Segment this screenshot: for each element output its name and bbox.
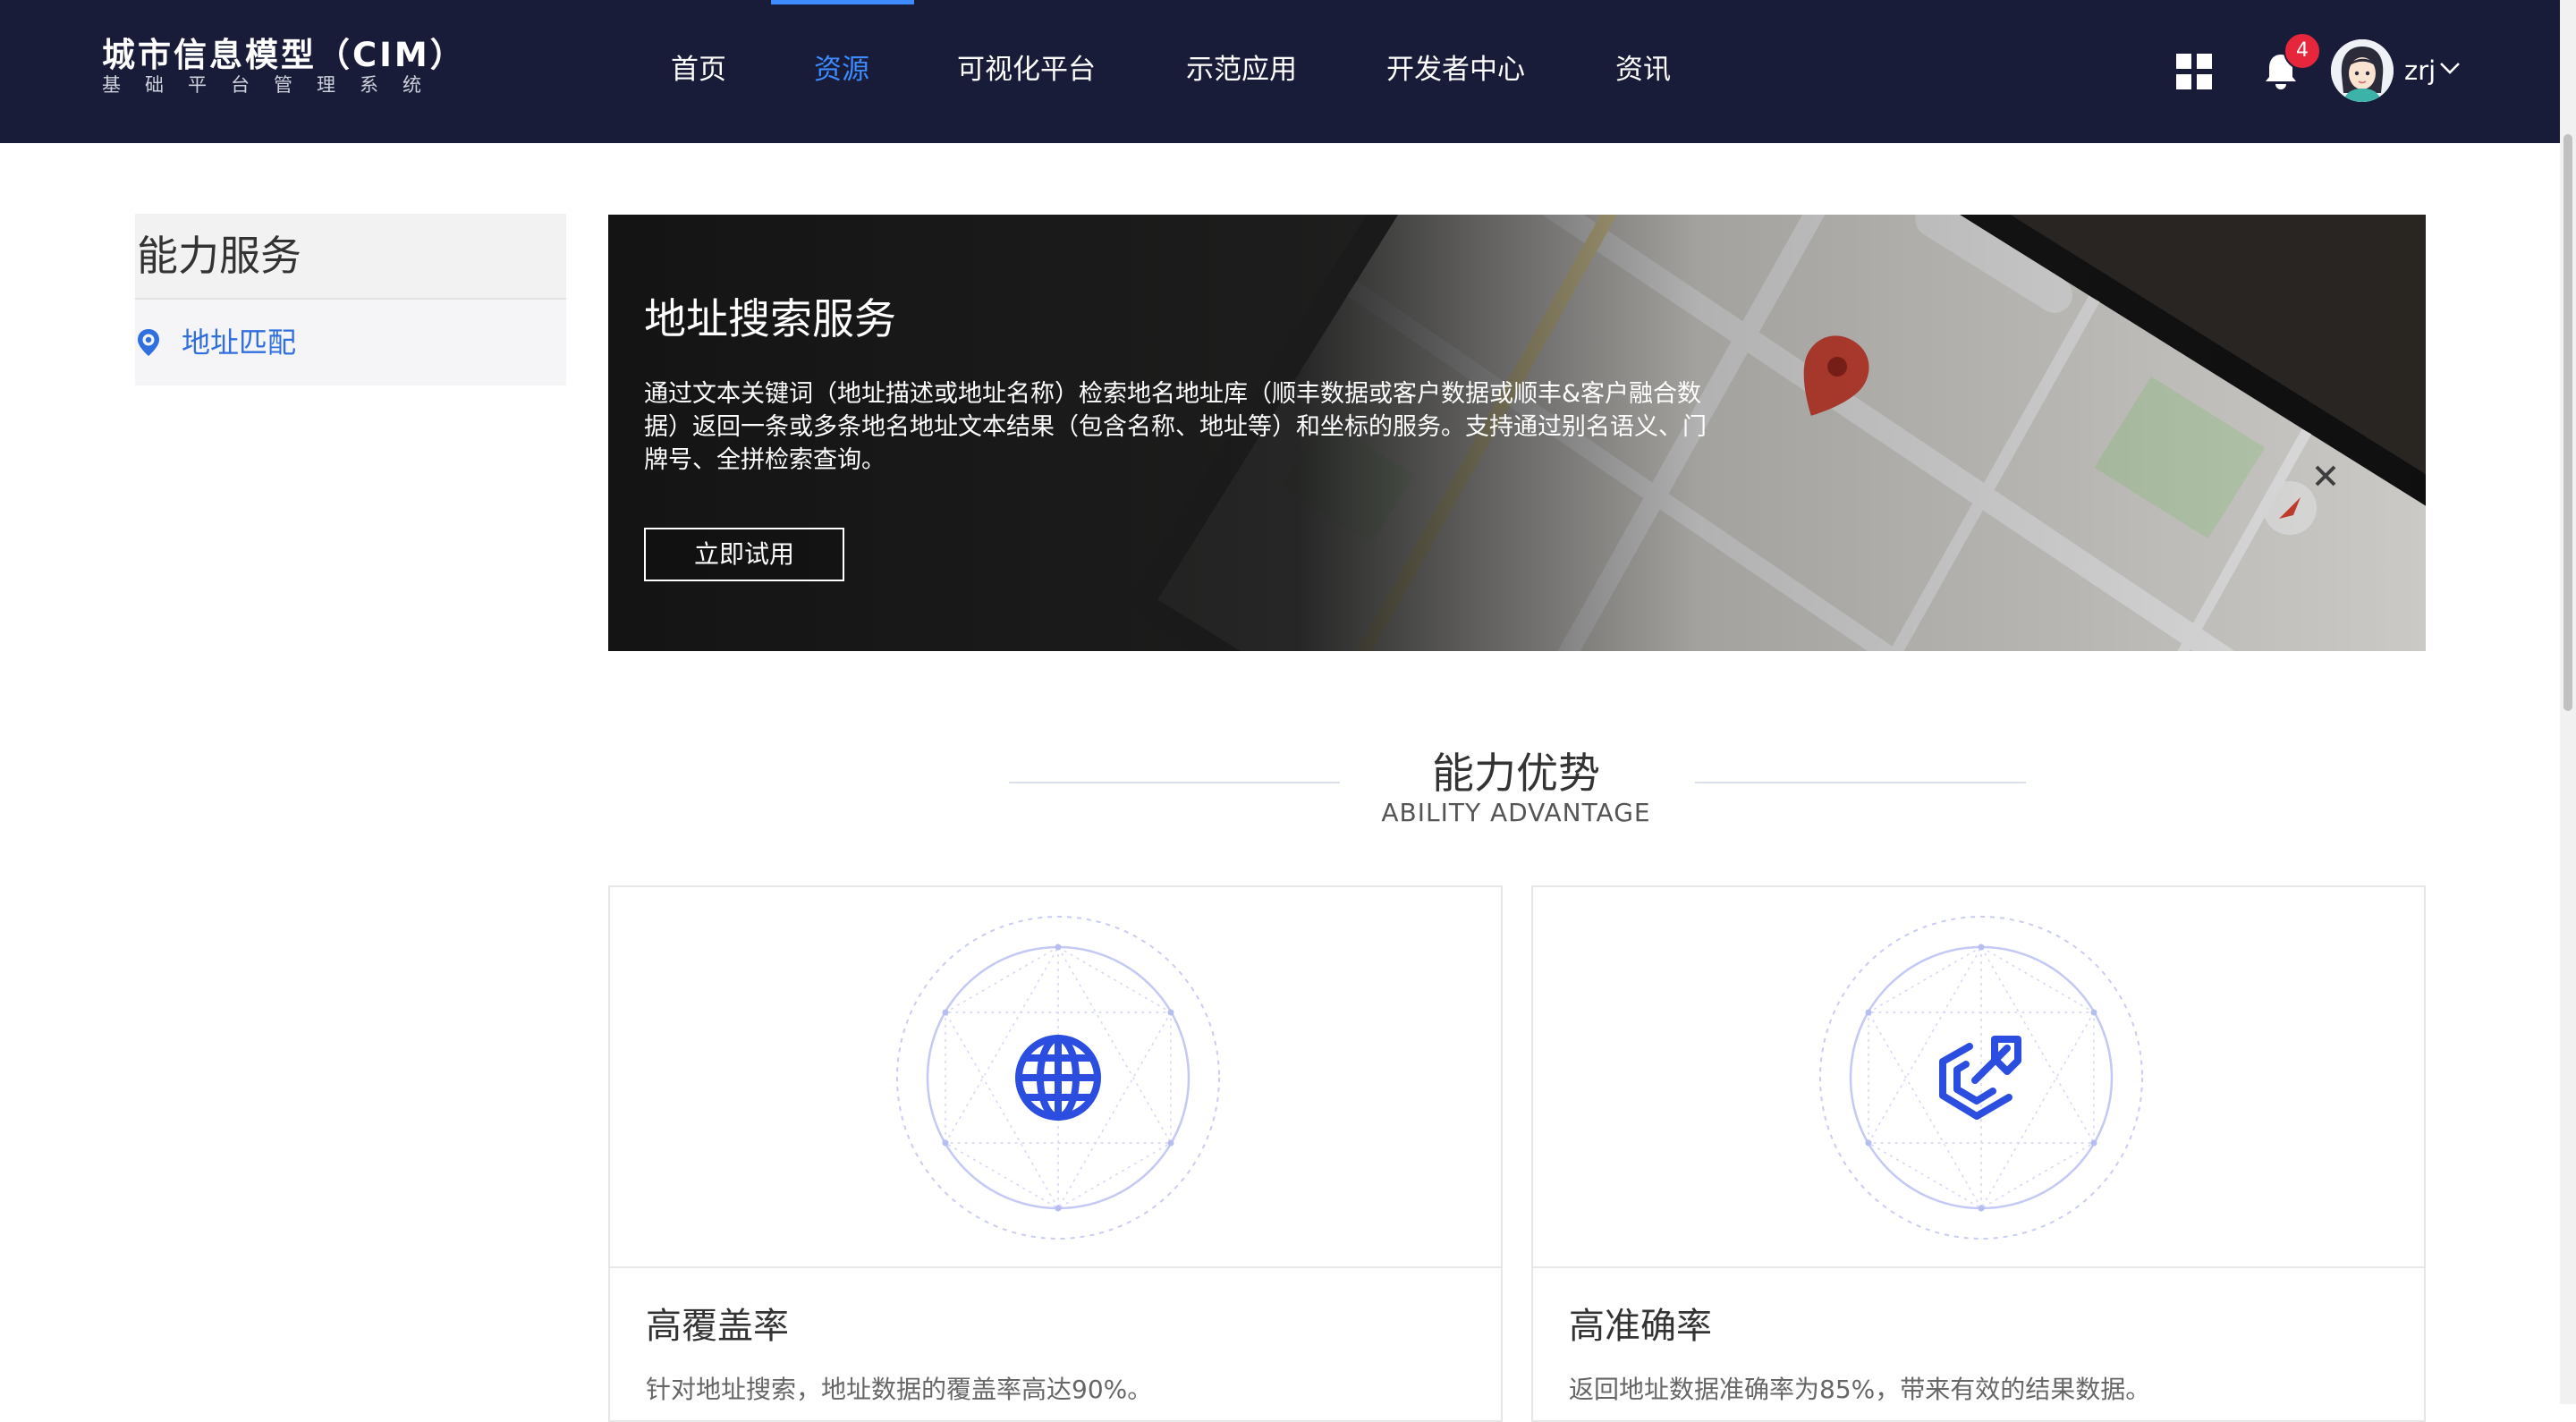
nav-news[interactable]: 资讯 [1615,52,1671,88]
section-divider-right [1695,782,2026,783]
logo[interactable]: 城市信息模型（CIM） 基础平台管理系统 [102,36,466,97]
grid-apps-icon[interactable] [2176,54,2212,89]
advantage-card-accuracy: 高准确率 返回地址数据准确率为85%，带来有效的结果数据。 [1531,885,2426,1422]
sidebar: 能力服务 地址匹配 [135,214,566,385]
username[interactable]: zrj [2404,55,2436,86]
card-title: 高覆盖率 [646,1306,789,1347]
nav-resources[interactable]: 资源 [814,52,869,88]
nav-developer-center[interactable]: 开发者中心 [1386,52,1525,88]
try-now-button[interactable]: 立即试用 [644,528,844,581]
card-figure [610,887,1501,1268]
advantage-card-coverage: 高覆盖率 针对地址搜索，地址数据的覆盖率高达90%。 [608,885,1503,1422]
card-figure [1533,887,2424,1268]
logo-title: 城市信息模型（CIM） [102,36,466,74]
precision-icon [1819,916,2143,1240]
sidebar-item-address-matching[interactable]: 地址匹配 [135,300,566,385]
section-title: 能力优势 [1432,749,1600,799]
card-description: 返回地址数据准确率为85%，带来有效的结果数据。 [1569,1375,2151,1404]
sidebar-title: 能力服务 [135,214,566,300]
service-banner: 地址搜索服务 通过文本关键词（地址描述或地址名称）检索地名地址库（顺丰数据或客户… [608,215,2426,651]
section-subtitle: ABILITY ADVANTAGE [1381,798,1651,827]
nav-visualization-platform[interactable]: 可视化平台 [957,52,1096,88]
banner-description: 通过文本关键词（地址描述或地址名称）检索地名地址库（顺丰数据或客户数据或顺丰&客… [644,380,1707,474]
avatar[interactable] [2331,39,2394,102]
top-navbar: 城市信息模型（CIM） 基础平台管理系统 首页 资源 可视化平台 示范应用 开发… [0,0,2560,143]
card-title: 高准确率 [1569,1306,1712,1347]
scrollbar-thumb[interactable] [2563,134,2572,711]
section-divider-left [1009,782,1340,783]
chevron-down-icon[interactable] [2438,59,2462,77]
notification-badge: 4 [2284,32,2321,70]
banner-title: 地址搜索服务 [644,295,896,344]
nav-demo-applications[interactable]: 示范应用 [1186,52,1297,88]
card-description: 针对地址搜索，地址数据的覆盖率高达90%。 [646,1375,1153,1404]
sidebar-item-label: 地址匹配 [182,326,297,360]
location-pin-icon [138,329,159,356]
nav-home[interactable]: 首页 [671,52,726,88]
globe-icon [896,916,1220,1240]
nav-active-indicator [771,0,914,4]
logo-subtitle: 基础平台管理系统 [102,74,445,96]
